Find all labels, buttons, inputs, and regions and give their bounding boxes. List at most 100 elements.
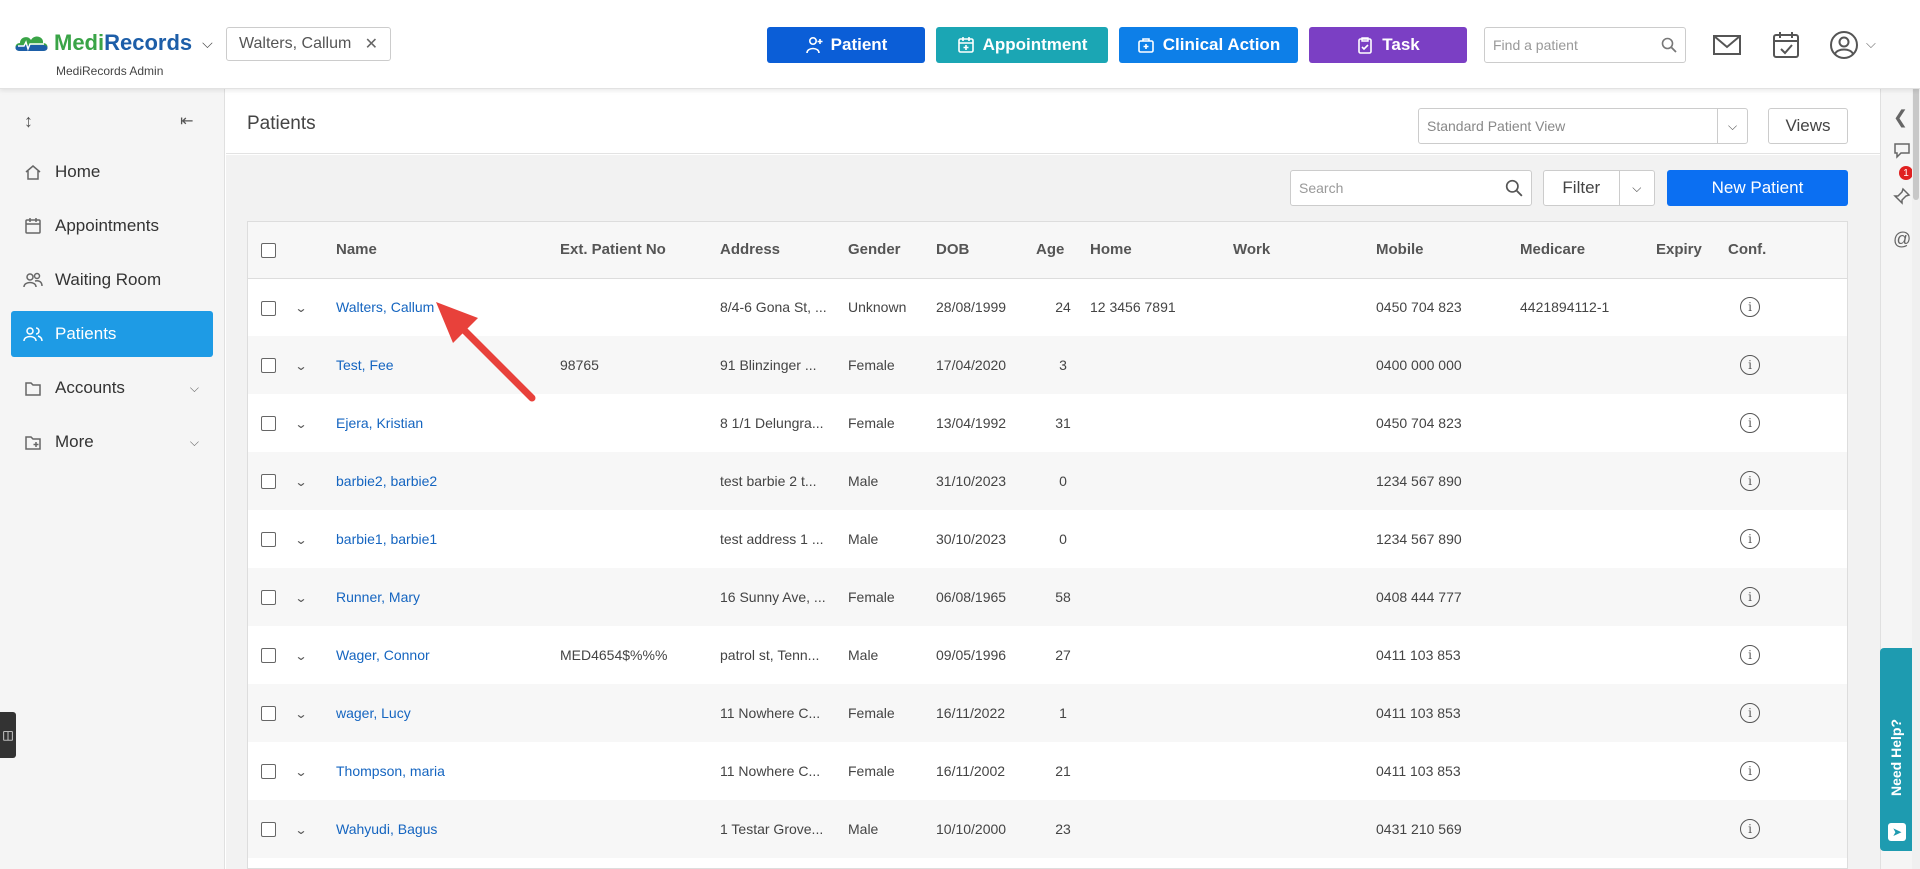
row-checkbox[interactable] bbox=[261, 532, 276, 548]
info-icon[interactable]: i bbox=[1740, 355, 1760, 375]
chevron-down-icon[interactable]: ⌵ bbox=[190, 435, 199, 450]
chevron-down-icon[interactable]: ⌄ bbox=[294, 417, 307, 431]
chevron-down-icon[interactable]: ⌄ bbox=[294, 823, 307, 837]
patient-name-link[interactable]: Test, Fee bbox=[336, 357, 394, 373]
info-icon[interactable]: i bbox=[1740, 587, 1760, 607]
patient-name-link[interactable]: barbie1, barbie1 bbox=[336, 531, 437, 547]
sidebar-item-appointments[interactable]: Appointments bbox=[11, 203, 213, 249]
row-checkbox[interactable] bbox=[261, 358, 276, 374]
row-checkbox[interactable] bbox=[261, 474, 276, 490]
table-row[interactable]: ⌄ Wager, Connor MED4654$%%% patrol st, Tenn… bbox=[248, 626, 1847, 684]
chat-icon[interactable] bbox=[1893, 141, 1911, 159]
expand-vertical-icon[interactable]: ↕ bbox=[24, 111, 33, 132]
view-select[interactable]: Standard Patient View ⌵ bbox=[1418, 108, 1748, 144]
chevron-down-icon[interactable]: ⌄ bbox=[294, 359, 307, 373]
patient-name-link[interactable]: Runner, Mary bbox=[336, 589, 420, 605]
chevron-down-icon[interactable]: ⌄ bbox=[294, 475, 307, 489]
sidebar-item-more[interactable]: More ⌵ bbox=[11, 419, 213, 465]
mail-icon[interactable] bbox=[1711, 30, 1743, 60]
patient-name-link[interactable]: Walters, Callum bbox=[336, 299, 434, 315]
column-header-expiry[interactable]: Expiry bbox=[1656, 222, 1728, 279]
open-patient-chip[interactable]: Walters, Callum ✕ bbox=[226, 27, 391, 61]
close-icon[interactable]: ✕ bbox=[365, 34, 378, 54]
views-button[interactable]: Views bbox=[1768, 108, 1848, 144]
sidebar-item-home[interactable]: Home bbox=[11, 149, 213, 195]
column-header-mobile[interactable]: Mobile bbox=[1376, 222, 1520, 279]
patient-name-link[interactable]: Ejera, Kristian bbox=[336, 415, 423, 431]
column-header-conf[interactable]: Conf. bbox=[1728, 222, 1847, 279]
chevron-down-icon[interactable]: ⌄ bbox=[294, 301, 307, 315]
patient-name-link[interactable]: Thompson, maria bbox=[336, 763, 445, 779]
clinical-action-button[interactable]: Clinical Action bbox=[1119, 27, 1298, 63]
chevron-down-icon[interactable]: ⌄ bbox=[294, 533, 307, 547]
chevron-down-icon[interactable]: ⌄ bbox=[294, 765, 307, 779]
table-row[interactable]: ⌄ barbie2, barbie2 test barbie 2 t... Male 3… bbox=[248, 452, 1847, 510]
app-logo[interactable]: MediRecords ⌵ bbox=[12, 30, 213, 56]
info-icon[interactable]: i bbox=[1740, 819, 1760, 839]
info-icon[interactable]: i bbox=[1740, 297, 1760, 318]
column-header-name[interactable]: Name bbox=[336, 222, 560, 279]
row-checkbox[interactable] bbox=[261, 648, 276, 664]
collapse-sidebar-icon[interactable]: ⇤ bbox=[180, 111, 193, 131]
column-header-medicare[interactable]: Medicare bbox=[1520, 222, 1656, 279]
info-icon[interactable]: i bbox=[1740, 761, 1760, 781]
row-checkbox[interactable] bbox=[261, 300, 276, 316]
chevron-left-icon[interactable]: ❮ bbox=[1893, 107, 1908, 128]
chevron-down-icon[interactable]: ⌄ bbox=[294, 649, 307, 663]
chevron-down-icon[interactable]: ⌵ bbox=[202, 35, 213, 52]
new-patient-button[interactable]: New Patient bbox=[1667, 170, 1848, 206]
new-task-button[interactable]: Task bbox=[1309, 27, 1467, 63]
column-header-dob[interactable]: DOB bbox=[936, 222, 1036, 279]
info-icon[interactable]: i bbox=[1740, 529, 1760, 549]
user-account-icon[interactable] bbox=[1828, 30, 1860, 60]
need-help-tab[interactable]: Need Help? ➤ bbox=[1880, 648, 1914, 851]
row-checkbox[interactable] bbox=[261, 416, 276, 432]
row-checkbox[interactable] bbox=[261, 590, 276, 606]
find-patient-input[interactable]: Find a patient bbox=[1484, 27, 1686, 63]
chevron-down-icon[interactable]: ⌄ bbox=[294, 591, 307, 605]
column-header-address[interactable]: Address bbox=[720, 222, 848, 279]
table-row[interactable]: ⌄ Ejera, Kristian 8 1/1 Delungra... Female 1… bbox=[248, 394, 1847, 452]
chevron-down-icon[interactable]: ⌵ bbox=[1717, 109, 1747, 143]
filter-button[interactable]: Filter ⌵ bbox=[1543, 170, 1655, 206]
calendar-check-icon[interactable] bbox=[1770, 30, 1802, 60]
page-scrollbar[interactable] bbox=[1912, 0, 1920, 869]
at-mention-icon[interactable]: @ bbox=[1893, 229, 1911, 250]
row-checkbox[interactable] bbox=[261, 822, 276, 838]
patient-name-link[interactable]: wager, Lucy bbox=[336, 705, 411, 721]
patient-name-link[interactable]: Wager, Connor bbox=[336, 647, 430, 663]
table-row[interactable]: ⌄ Thompson, maria 11 Nowhere C... Female 16/… bbox=[248, 742, 1847, 800]
info-icon[interactable]: i bbox=[1740, 703, 1760, 723]
side-panel-toggle[interactable]: ◫ bbox=[0, 712, 16, 758]
table-row[interactable]: ⌄ Walters, Callum 8/4-6 Gona St, ... Unknow… bbox=[248, 278, 1847, 336]
chevron-down-icon[interactable]: ⌵ bbox=[1618, 171, 1654, 205]
patient-name-link[interactable]: Wahyudi, Bagus bbox=[336, 821, 437, 837]
pin-icon[interactable] bbox=[1893, 187, 1911, 205]
patients-search-input[interactable]: Search bbox=[1290, 170, 1532, 206]
column-header-gender[interactable]: Gender bbox=[848, 222, 936, 279]
column-header-ext-patient-no[interactable]: Ext. Patient No bbox=[560, 222, 720, 279]
info-icon[interactable]: i bbox=[1740, 413, 1760, 433]
info-icon[interactable]: i bbox=[1740, 645, 1760, 665]
row-checkbox[interactable] bbox=[261, 764, 276, 780]
sidebar-item-accounts[interactable]: Accounts ⌵ bbox=[11, 365, 213, 411]
table-row[interactable]: ⌄ Wahyudi, Bagus 1 Testar Grove... Male 10/1… bbox=[248, 800, 1847, 858]
chevron-down-icon[interactable]: ⌵ bbox=[190, 381, 199, 396]
column-header-age[interactable]: Age bbox=[1036, 222, 1090, 279]
info-icon[interactable]: i bbox=[1740, 471, 1760, 491]
table-row[interactable]: ⌄ Runner, Mary 16 Sunny Ave, ... Female 06/0… bbox=[248, 568, 1847, 626]
patient-name-link[interactable]: barbie2, barbie2 bbox=[336, 473, 437, 489]
column-header-work[interactable]: Work bbox=[1233, 222, 1376, 279]
sidebar-item-patients[interactable]: Patients bbox=[11, 311, 213, 357]
chevron-down-icon[interactable]: ⌄ bbox=[294, 707, 307, 721]
new-patient-header-button[interactable]: Patient bbox=[767, 27, 925, 63]
new-appointment-button[interactable]: Appointment bbox=[936, 27, 1108, 63]
select-all-checkbox[interactable] bbox=[261, 242, 276, 258]
table-row[interactable]: ⌄ barbie1, barbie1 test address 1 ... Male 3… bbox=[248, 510, 1847, 568]
table-row[interactable]: ⌄ Test, Fee 98765 91 Blinzinger ... Female 17… bbox=[248, 336, 1847, 394]
row-checkbox[interactable] bbox=[261, 706, 276, 722]
column-header-home[interactable]: Home bbox=[1090, 222, 1233, 279]
chevron-down-icon[interactable]: ⌵ bbox=[1866, 36, 1876, 52]
table-row[interactable]: ⌄ wager, Lucy 11 Nowhere C... Female 16/11/2… bbox=[248, 684, 1847, 742]
sidebar-item-waiting-room[interactable]: Waiting Room bbox=[11, 257, 213, 303]
